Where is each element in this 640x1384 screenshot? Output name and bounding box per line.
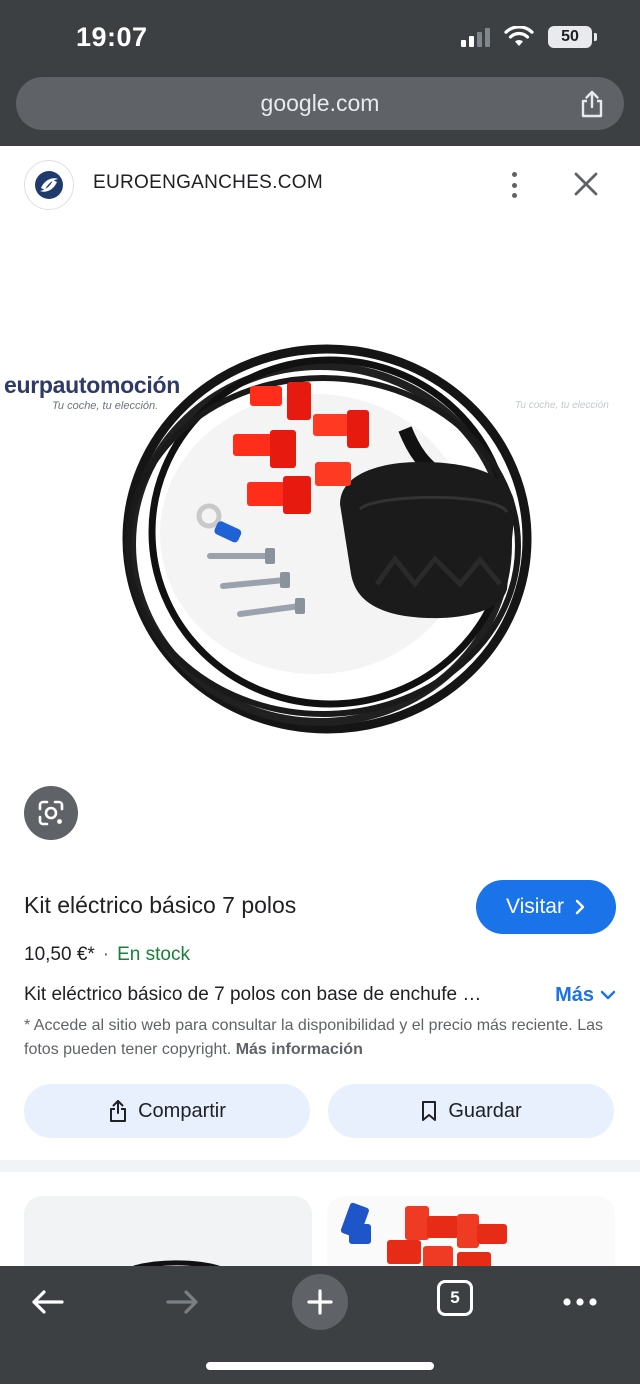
site-header: EUROENGANCHES.COM: [0, 146, 640, 222]
product-description: Kit eléctrico básico de 7 polos con base…: [24, 984, 482, 1005]
product-photo: [122, 344, 532, 734]
visit-button[interactable]: Visitar: [476, 880, 616, 934]
wifi-icon: [504, 26, 534, 46]
section-divider: [0, 1160, 640, 1172]
euroenganches-logo-icon: [35, 171, 63, 199]
back-arrow-icon: [32, 1290, 64, 1314]
site-favicon: [24, 160, 74, 210]
save-button[interactable]: Guardar: [328, 1084, 614, 1138]
cellular-signal-icon: [461, 27, 490, 47]
site-name[interactable]: EUROENGANCHES.COM: [93, 172, 323, 194]
bookmark-icon: [422, 1101, 437, 1121]
plus-icon: [307, 1289, 333, 1315]
save-label: Guardar: [448, 1099, 522, 1122]
forward-arrow-icon: [166, 1290, 198, 1314]
status-time: 19:07: [76, 22, 148, 52]
disclaimer: * Accede al sitio web para consultar la …: [24, 1014, 604, 1062]
stock-status: En stock: [117, 944, 190, 965]
forward-button[interactable]: [163, 1282, 203, 1322]
google-lens-button[interactable]: [24, 786, 78, 840]
more-horizontal-icon: [563, 1298, 597, 1306]
url-bar[interactable]: google.com: [16, 77, 624, 130]
description-row: Kit eléctrico básico de 7 polos con base…: [24, 980, 616, 1010]
more-options-icon[interactable]: [500, 168, 528, 202]
chevron-down-icon: [600, 990, 616, 1000]
more-info-link[interactable]: Más información: [236, 1041, 363, 1058]
browser-bottom-toolbar: 5: [0, 1266, 640, 1384]
home-indicator[interactable]: [206, 1362, 434, 1370]
price-row: 10,50 €* · En stock: [24, 944, 190, 966]
browser-top-chrome: 19:07 50 google.com: [0, 0, 640, 146]
share-icon[interactable]: [578, 89, 606, 119]
price: 10,50 €*: [24, 944, 95, 965]
more-label: Más: [555, 983, 594, 1006]
chevron-right-icon: [575, 899, 585, 915]
share-button[interactable]: Compartir: [24, 1084, 310, 1138]
url-text: google.com: [260, 90, 380, 116]
product-title: Kit eléctrico básico 7 polos: [24, 892, 297, 918]
more-menu-button[interactable]: [560, 1282, 600, 1322]
lens-icon: [38, 800, 64, 826]
back-button[interactable]: [27, 1282, 67, 1322]
product-image[interactable]: eurpautomoción Tu coche, tu elección. Tu…: [0, 222, 640, 842]
close-icon[interactable]: [572, 170, 600, 198]
visit-label: Visitar: [506, 895, 564, 918]
status-icons: 50: [461, 26, 597, 48]
battery-icon: 50: [548, 26, 597, 48]
share-label: Compartir: [138, 1099, 226, 1122]
share-icon: [110, 1100, 127, 1122]
separator-dot: ·: [102, 944, 110, 965]
more-button[interactable]: Más: [555, 984, 616, 1007]
tab-switcher-button[interactable]: 5: [437, 1280, 473, 1316]
new-tab-button[interactable]: [292, 1274, 348, 1330]
